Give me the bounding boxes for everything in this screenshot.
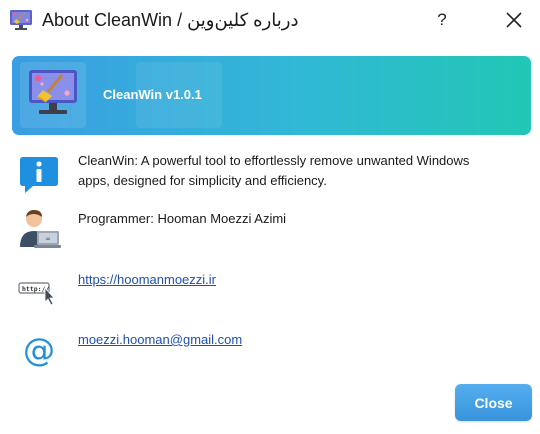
title-bar: About CleanWin / درباره کلین‌وین ? [0, 0, 540, 40]
window-close-button[interactable] [498, 4, 530, 36]
close-icon [506, 12, 522, 28]
monitor-broom-icon [29, 70, 77, 114]
svg-text:∞: ∞ [45, 235, 51, 243]
app-description: CleanWin: A powerful tool to effortlessl… [78, 153, 470, 188]
header-banner: CleanWin v1.0.1 [12, 56, 531, 135]
email-link[interactable]: moezzi.hooman@gmail.com [78, 330, 478, 350]
programmer-icon: ∞ [20, 210, 61, 248]
web-link-icon: http:// [18, 282, 55, 306]
help-button[interactable]: ? [426, 4, 458, 36]
programmer-name: Programmer: Hooman Moezzi Azimi [78, 211, 287, 226]
close-button[interactable]: Close [455, 384, 532, 421]
window-title: About CleanWin / درباره کلین‌وین [42, 10, 299, 30]
app-version-title: CleanWin v1.0.1 [103, 87, 202, 102]
svg-text:@: @ [23, 331, 55, 369]
app-monitor-broom-icon [10, 10, 32, 30]
website-link[interactable]: https://hoomanmoezzi.ir [78, 270, 478, 290]
info-icon [20, 157, 58, 193]
at-sign-icon: @ [23, 331, 55, 369]
